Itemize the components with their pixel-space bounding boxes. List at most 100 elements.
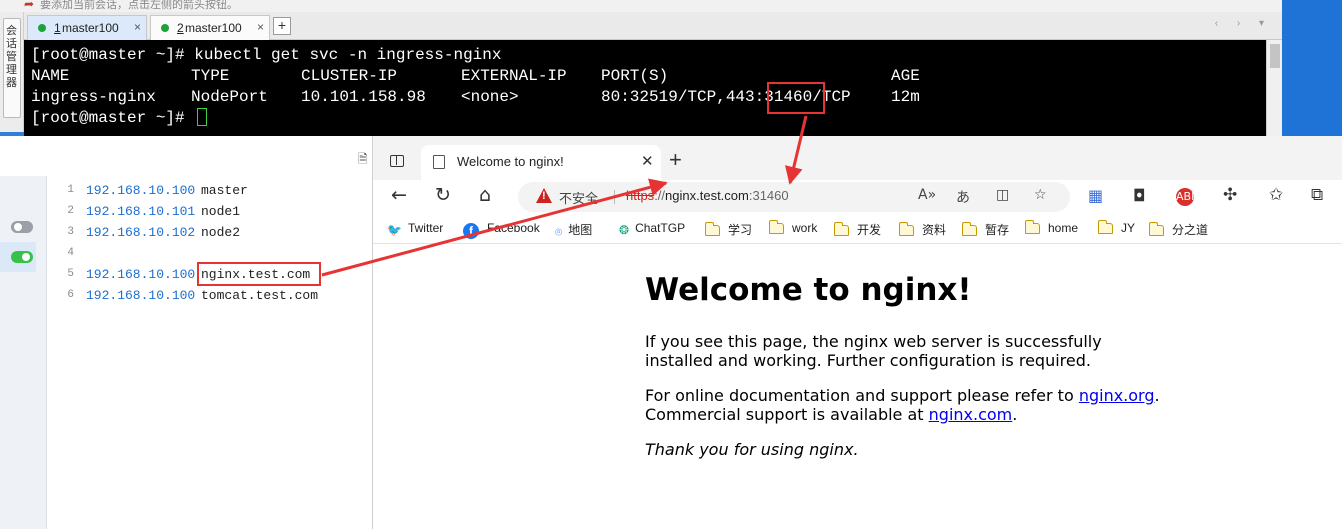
- bookmark-folder-study[interactable]: 学习: [704, 221, 752, 239]
- bookmark-folder-work[interactable]: work: [768, 220, 817, 239]
- bookmark-label: 开发: [857, 223, 882, 237]
- nginx-com-link[interactable]: nginx.com: [929, 405, 1013, 424]
- extensions-icon[interactable]: ✣: [1223, 185, 1237, 205]
- desktop-background: [1282, 0, 1342, 136]
- bookmark-folder-dev[interactable]: 开发: [833, 221, 882, 239]
- bookmark-label: 暂存: [985, 223, 1010, 237]
- terminal-cursor: [197, 108, 208, 126]
- bookmark-map[interactable]: ⌾ 地图: [555, 221, 592, 239]
- adblock-icon[interactable]: ABP: [1176, 188, 1198, 206]
- svc-external-ip: <none>: [461, 88, 519, 106]
- hosts-editor[interactable]: 1 192.168.10.100 master 2 192.168.10.101…: [48, 176, 372, 529]
- hint-text: 要添加当前会话，点击左侧的箭头按钮。: [40, 0, 238, 11]
- home-icon[interactable]: ⌂: [479, 184, 491, 206]
- host-ip: 192.168.10.100: [86, 267, 196, 282]
- address-divider: [614, 190, 615, 204]
- tab-number: 1: [54, 21, 61, 35]
- host-ip: 192.168.10.100: [86, 183, 196, 198]
- line-number: 1: [67, 184, 74, 196]
- terminal-command-line: [root@master ~]# kubectl get svc -n ingr…: [31, 44, 501, 66]
- terminal-tab-bar: 1 master100 × 2 master100 × + ‹ › ▾: [24, 12, 1282, 40]
- extension-grid-icon[interactable]: ▦: [1088, 186, 1103, 205]
- folder-icon: [1148, 222, 1164, 236]
- bookmarks-bar: 🐦 Twitter f Facebook ⌾ 地图 ❂ ChatTGP 学习 work …: [373, 214, 1342, 244]
- bookmark-folder-temp[interactable]: 暂存: [961, 221, 1010, 239]
- editor-sidebar: [0, 176, 47, 529]
- folder-icon: [768, 220, 784, 234]
- folder-icon: [704, 222, 720, 236]
- svc-cluster-ip: 10.101.158.98: [301, 88, 426, 106]
- nginx-org-link[interactable]: nginx.org: [1079, 386, 1155, 405]
- close-icon[interactable]: ×: [134, 20, 141, 34]
- svc-age: 12m: [891, 88, 920, 106]
- bookmark-twitter[interactable]: 🐦 Twitter: [387, 221, 443, 239]
- terminal-scrollbar[interactable]: [1266, 40, 1282, 136]
- header-name: NAME: [31, 67, 70, 85]
- terminal-prompt: [root@master ~]#: [31, 46, 195, 64]
- read-aloud-icon[interactable]: A»: [918, 187, 936, 203]
- facebook-icon: f: [463, 223, 479, 239]
- url-host: nginx.test.com: [665, 188, 749, 203]
- close-icon[interactable]: ×: [257, 20, 264, 34]
- terminal-output[interactable]: [root@master ~]# kubectl get svc -n ingr…: [24, 40, 1266, 136]
- collections-icon[interactable]: ⧉: [1311, 185, 1323, 205]
- refresh-icon[interactable]: ↻: [435, 184, 451, 206]
- bookmark-folder-jy[interactable]: JY: [1097, 220, 1136, 239]
- bookmark-folder-materials[interactable]: 资料: [898, 221, 947, 239]
- bookmark-label: 资料: [922, 223, 947, 237]
- terminal-header-row: NAME TYPE CLUSTER-IP EXTERNAL-IP PORT(S)…: [31, 65, 920, 87]
- bookmark-folder-home[interactable]: home: [1024, 220, 1079, 239]
- back-icon[interactable]: ←: [391, 184, 407, 206]
- security-label[interactable]: 不安全: [559, 188, 598, 207]
- line-number: 5: [67, 268, 74, 280]
- browser-tab[interactable]: Welcome to nginx! ✕: [421, 145, 661, 180]
- terminal-prompt: [root@master ~]#: [31, 109, 195, 127]
- line-number: 3: [67, 226, 74, 238]
- tab-scroll-arrows[interactable]: ‹ › ▾: [1215, 18, 1272, 29]
- terminal-tab-2[interactable]: 2 master100 ×: [150, 15, 270, 40]
- folder-icon: [833, 222, 849, 236]
- url-port: :31460: [748, 188, 789, 203]
- bookmark-folder-fenzhidao[interactable]: 分之道: [1148, 221, 1208, 239]
- bookmark-chatgpt[interactable]: ❂ ChatTGP: [619, 221, 685, 239]
- url-separator: ://: [654, 188, 666, 203]
- close-tab-icon[interactable]: ✕: [641, 152, 654, 170]
- bookmark-label: home: [1048, 221, 1079, 235]
- session-manager-strip: 会话管理器: [0, 12, 24, 148]
- workspaces-icon[interactable]: [390, 155, 404, 167]
- header-type: TYPE: [191, 67, 230, 85]
- favorites-icon[interactable]: ✩: [1269, 185, 1283, 205]
- line-number: 2: [67, 205, 74, 217]
- bookmark-facebook[interactable]: f Facebook: [463, 221, 540, 239]
- split-screen-icon[interactable]: ◫: [996, 187, 1009, 203]
- add-tab-button[interactable]: +: [273, 17, 291, 35]
- translate-icon[interactable]: あ: [956, 187, 970, 207]
- hosts-scheme-toggle-off[interactable]: [11, 221, 33, 233]
- tab-manager-icon[interactable]: ◘: [1133, 186, 1146, 205]
- bookmark-label: Twitter: [407, 221, 444, 235]
- header-external-ip: EXTERNAL-IP: [461, 67, 567, 85]
- page-heading: Welcome to nginx!: [645, 272, 972, 308]
- terminal-command: kubectl get svc -n ingress-nginx: [194, 46, 502, 64]
- header-age: AGE: [891, 67, 920, 85]
- new-tab-button[interactable]: +: [669, 147, 682, 173]
- folder-icon: [898, 222, 914, 236]
- line-number: 4: [67, 247, 74, 259]
- browser-toolbar: ← ↻ ⌂ 不安全 https://nginx.test.com:31460 A…: [373, 180, 1342, 214]
- document-icon[interactable]: 🗎: [358, 150, 368, 171]
- scrollbar-thumb[interactable]: [1270, 44, 1280, 68]
- session-manager-label: 会话管理器: [6, 25, 17, 89]
- folder-icon: [1097, 220, 1113, 234]
- chatgpt-icon: ❂: [619, 223, 630, 237]
- arrow-hint-icon: ➦: [24, 0, 35, 11]
- svc-type: NodePort: [191, 88, 268, 106]
- screen: ➦ 要添加当前会话，点击左侧的箭头按钮。 会话管理器 1 master100 ×…: [0, 0, 1342, 529]
- toggle-knob: [22, 253, 30, 261]
- terminal-tab-1[interactable]: 1 master100 ×: [27, 15, 147, 40]
- bookmark-label: JY: [1121, 221, 1136, 235]
- hosts-scheme-toggle-on[interactable]: [11, 251, 33, 263]
- address-bar[interactable]: 不安全 https://nginx.test.com:31460 A» あ ◫ …: [518, 182, 1070, 212]
- session-manager-button[interactable]: 会话管理器: [3, 18, 21, 118]
- browser-tab-strip: Welcome to nginx! ✕ +: [373, 136, 1342, 180]
- favorite-icon[interactable]: ☆: [1034, 187, 1047, 203]
